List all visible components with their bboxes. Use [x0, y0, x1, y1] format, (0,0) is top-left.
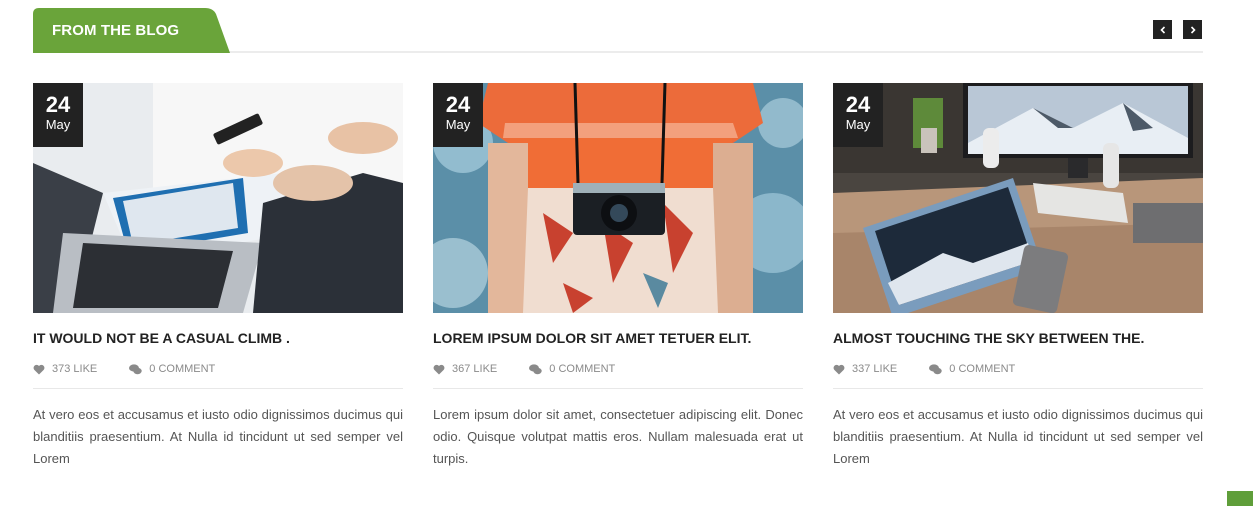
post-title-link[interactable]: LOREM IPSUM DOLOR SIT AMET TETUER ELIT.: [433, 330, 803, 346]
post-date-day: 24: [45, 92, 71, 117]
like-count: 337 LIKE: [852, 363, 898, 375]
blog-post-card: 24 May LOREM IPSUM DOLOR SIT AMET TETUER…: [433, 83, 803, 470]
post-image-desk-tablet: [833, 83, 1203, 313]
comment-count: 0 COMMENT: [549, 363, 616, 375]
post-thumbnail-link[interactable]: 24 May: [833, 83, 1203, 313]
like-button[interactable]: 367 LIKE: [433, 363, 497, 376]
carousel-next-button[interactable]: [1183, 20, 1202, 39]
chevron-right-icon: [1190, 25, 1196, 34]
blog-post-card: 24 May IT WOULD NOT BE A CASUAL CLIMB . …: [33, 83, 403, 470]
like-count: 373 LIKE: [52, 363, 98, 375]
blog-section-header: FROM THE BLOG: [33, 8, 1203, 53]
post-image-business-meeting: [33, 83, 403, 313]
like-button[interactable]: 337 LIKE: [833, 363, 897, 376]
like-count: 367 LIKE: [452, 363, 498, 375]
post-thumbnail-link[interactable]: 24 May: [433, 83, 803, 313]
post-date-badge: 24 May: [33, 83, 83, 147]
post-meta: 373 LIKE 0 COMMENT: [33, 363, 403, 389]
section-title-tab: FROM THE BLOG: [33, 8, 230, 53]
post-image-camera-woman: [433, 83, 803, 313]
post-title-link[interactable]: ALMOST TOUCHING THE SKY BETWEEN THE.: [833, 330, 1203, 346]
blog-post-card: 24 May ALMOST TOUCHING THE SKY BETWEEN T…: [833, 83, 1203, 470]
comment-link[interactable]: 0 COMMENT: [129, 363, 215, 376]
comments-icon: [929, 364, 942, 375]
post-date-badge: 24 May: [833, 83, 883, 147]
comments-icon: [129, 364, 142, 375]
post-date-badge: 24 May: [433, 83, 483, 147]
post-date-month: May: [845, 117, 871, 132]
like-button[interactable]: 373 LIKE: [33, 363, 97, 376]
post-date-day: 24: [845, 92, 871, 117]
comments-icon: [529, 364, 542, 375]
heart-icon: [833, 364, 845, 375]
post-date-month: May: [45, 117, 71, 132]
post-excerpt: At vero eos et accusamus et iusto odio d…: [833, 407, 1203, 466]
post-thumbnail-link[interactable]: 24 May: [33, 83, 403, 313]
section-title: FROM THE BLOG: [52, 22, 180, 39]
post-excerpt: Lorem ipsum dolor sit amet, consectetuer…: [433, 407, 803, 466]
comment-link[interactable]: 0 COMMENT: [929, 363, 1015, 376]
carousel-prev-button[interactable]: [1153, 20, 1172, 39]
post-title-link[interactable]: IT WOULD NOT BE A CASUAL CLIMB .: [33, 330, 403, 346]
post-date-day: 24: [445, 92, 471, 117]
comment-count: 0 COMMENT: [149, 363, 216, 375]
comment-link[interactable]: 0 COMMENT: [529, 363, 615, 376]
comment-count: 0 COMMENT: [949, 363, 1016, 375]
heart-icon: [433, 364, 445, 375]
chevron-left-icon: [1159, 25, 1165, 34]
post-excerpt: At vero eos et accusamus et iusto odio d…: [33, 407, 403, 466]
heart-icon: [33, 364, 45, 375]
scroll-to-top-button[interactable]: [1227, 491, 1253, 506]
post-date-month: May: [445, 117, 471, 132]
post-meta: 367 LIKE 0 COMMENT: [433, 363, 803, 389]
post-meta: 337 LIKE 0 COMMENT: [833, 363, 1203, 389]
